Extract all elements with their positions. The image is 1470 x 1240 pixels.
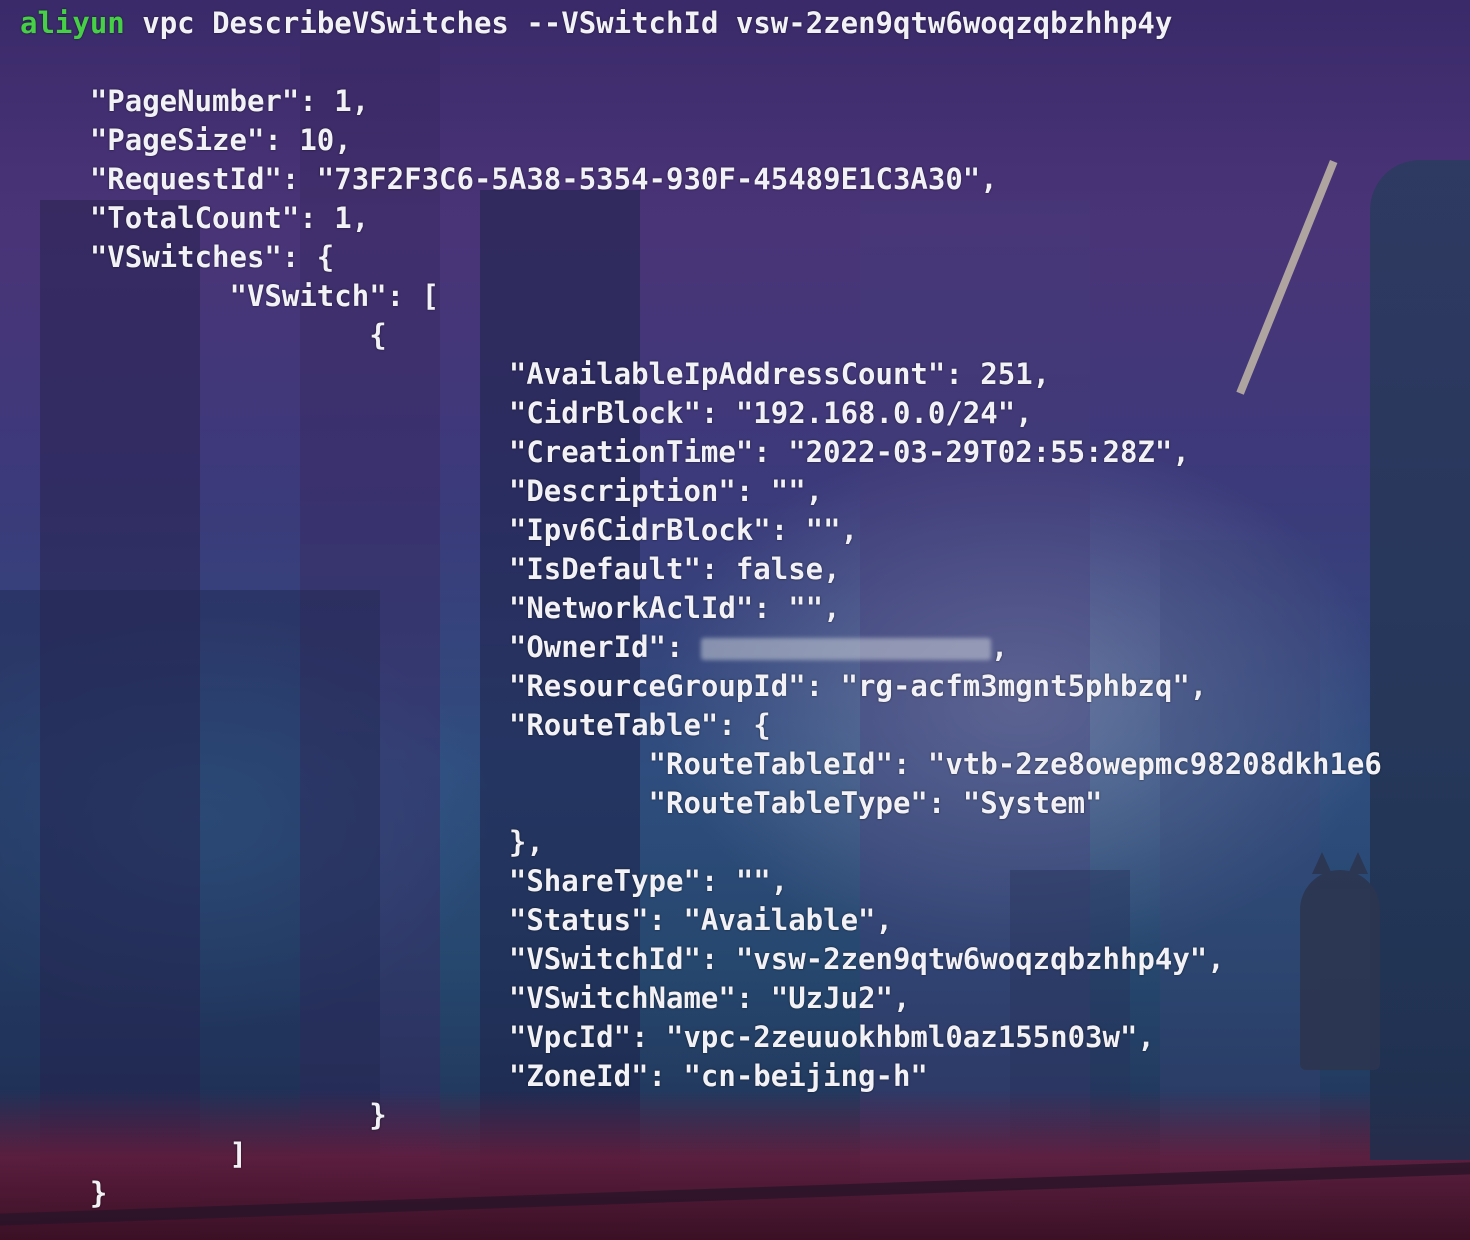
command-program: aliyun (20, 6, 125, 40)
owner-id-line: "OwnerId": , (20, 628, 1009, 667)
output-line: "IsDefault": false, (20, 552, 841, 586)
command-args: vpc DescribeVSwitches --VSwitchId vsw-2z… (142, 6, 1173, 40)
output-line: "PageNumber": 1, (20, 84, 370, 118)
output-line: "VSwitchName": "UzJu2", (20, 981, 911, 1015)
output-line: "ShareType": "", (20, 864, 789, 898)
output-line: "PageSize": 10, (20, 123, 352, 157)
output-line: "RouteTableId": "vtb-2ze8owepmc98208dkh1… (20, 747, 1382, 781)
output-line: } (20, 1176, 108, 1210)
output-line: } (20, 1098, 387, 1132)
output-line: "Ipv6CidrBlock": "", (20, 513, 859, 547)
output-line: { (20, 318, 387, 352)
output-line: "Status": "Available", (20, 903, 893, 937)
output-line: "NetworkAclId": "", (20, 591, 841, 625)
owner-id-suffix: , (990, 630, 1009, 664)
output-line: "VpcId": "vpc-2zeuuokhbml0az155n03w", (20, 1020, 1155, 1054)
owner-id-key: "OwnerId": (20, 630, 701, 664)
output-line: "Description": "", (20, 474, 824, 508)
output-line: "RouteTable": { (20, 708, 771, 742)
output-line: "TotalCount": 1, (20, 201, 370, 235)
output-line: "ResourceGroupId": "rg-acfm3mgnt5phbzq", (20, 669, 1208, 703)
output-line: "RequestId": "73F2F3C6-5A38-5354-930F-45… (20, 162, 998, 196)
output-line: "ZoneId": "cn-beijing-h" (20, 1059, 928, 1093)
output-line: }, (20, 825, 544, 859)
output-line: "VSwitchId": "vsw-2zen9qtw6woqzqbzhhp4y"… (20, 942, 1225, 976)
terminal-window: aliyun vpc DescribeVSwitches --VSwitchId… (0, 0, 1470, 1240)
output-line: "CreationTime": "2022-03-29T02:55:28Z", (20, 435, 1190, 469)
command-line: aliyun vpc DescribeVSwitches --VSwitchId… (20, 4, 1172, 43)
redacted-owner-id (700, 638, 991, 660)
output-line: "AvailableIpAddressCount": 251, (20, 357, 1051, 391)
output-line: "VSwitch": [ (20, 279, 440, 313)
output-line: ] (20, 1137, 247, 1171)
output-line: "VSwitches": { (20, 240, 335, 274)
terminal-output: aliyun vpc DescribeVSwitches --VSwitchId… (0, 0, 1470, 1240)
output-line: "CidrBlock": "192.168.0.0/24", (20, 396, 1033, 430)
output-line: "RouteTableType": "System" (20, 786, 1103, 820)
